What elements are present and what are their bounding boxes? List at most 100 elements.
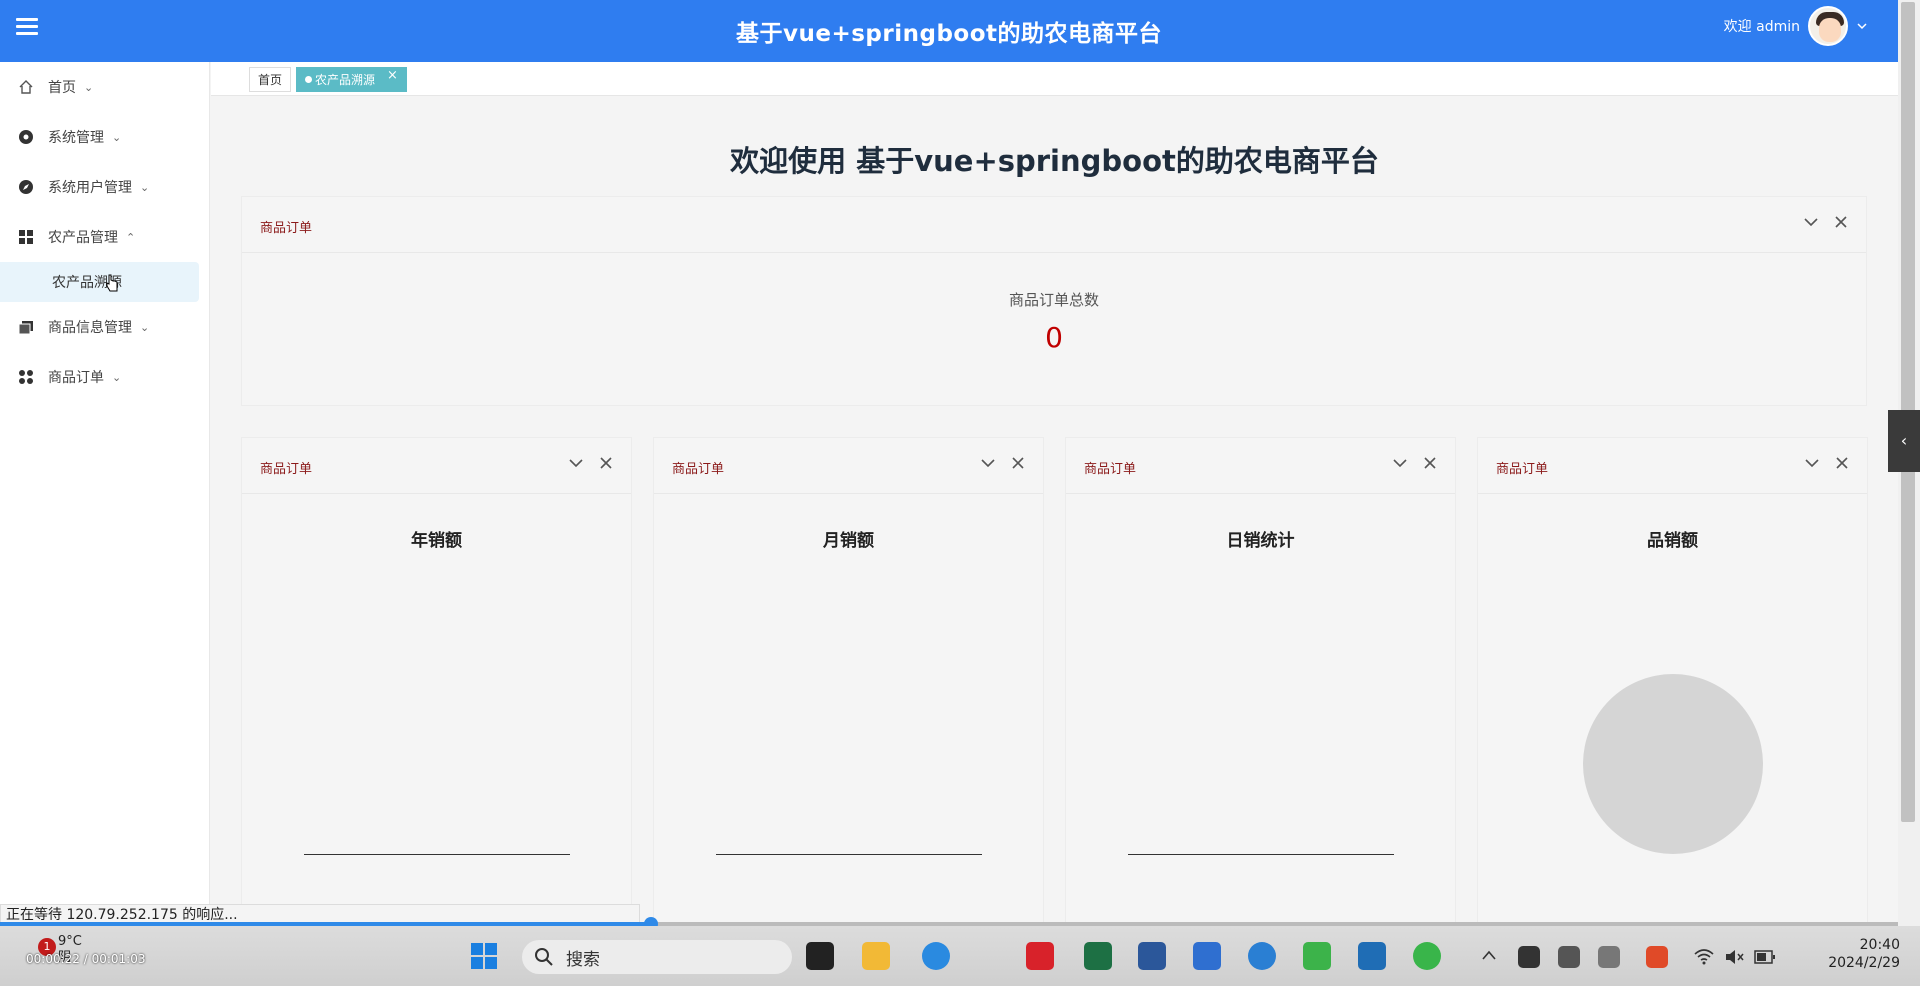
close-icon[interactable] (1009, 454, 1027, 472)
gear-icon (19, 130, 33, 144)
card-title: 商品订单 (260, 221, 313, 236)
media-play-icon[interactable] (922, 942, 950, 970)
video-player-icon[interactable] (1193, 942, 1221, 970)
search-placeholder: 搜索 (566, 949, 600, 970)
chevron-down-icon[interactable] (1803, 454, 1821, 472)
photos-icon[interactable] (1358, 942, 1386, 970)
sidebar-item-traceability[interactable]: 农产品溯源 (0, 262, 199, 302)
windows-start-icon[interactable] (470, 942, 498, 970)
weather-temp: 9°C (58, 934, 82, 949)
x-axis-line (304, 854, 570, 855)
sidebar-item-orders[interactable]: 商品订单 ⌄ (0, 352, 209, 402)
hand-cursor-icon (106, 274, 118, 292)
huawei-icon[interactable] (1026, 942, 1054, 970)
close-icon[interactable] (1833, 454, 1851, 472)
order-total-card: 商品订单 商品订单总数 0 (241, 196, 1867, 406)
chart-card-month: 商品订单 月销额 (653, 437, 1044, 937)
collapse-handle[interactable]: ‹ (1888, 410, 1920, 472)
battery-icon[interactable] (1754, 950, 1776, 964)
card-header: 商品订单 (654, 438, 1043, 494)
top-header: 基于vue+springboot的助农电商平台 欢迎 admin (0, 0, 1898, 62)
search-icon (535, 948, 553, 966)
chevron-down-icon: ⌄ (112, 130, 122, 144)
tab-traceability[interactable]: 农产品溯源 × (296, 67, 407, 92)
chart-title: 年销额 (411, 531, 462, 551)
sidebar-item-users[interactable]: 系统用户管理 ⌄ (0, 162, 209, 212)
chevron-down-icon[interactable] (1802, 213, 1820, 231)
card-title: 商品订单 (672, 462, 725, 477)
chevron-down-icon[interactable] (979, 454, 997, 472)
close-icon[interactable] (1421, 454, 1439, 472)
chevron-down-icon: ⌄ (112, 370, 122, 384)
clock-time: 20:40 (1859, 937, 1900, 953)
chart-card-category: 商品订单 品销额 (1477, 437, 1868, 937)
chart-card-year: 商品订单 年销额 (241, 437, 632, 937)
compass-icon (19, 180, 33, 194)
card-title: 商品订单 (1084, 462, 1137, 477)
settings-tray-icon[interactable] (1558, 946, 1580, 968)
sogou-icon[interactable] (1646, 946, 1668, 968)
chart-title: 月销额 (823, 531, 874, 551)
taskbar-search[interactable]: 搜索 (522, 940, 792, 974)
chevron-down-icon[interactable] (1391, 454, 1409, 472)
taskbar: 1 9°C 阴 00:00:22 / 00:01:03 搜索 20:40 202… (0, 926, 1920, 986)
sidebar-item-products[interactable]: 农产品管理 ⌃ (0, 212, 209, 262)
sidebar-item-system[interactable]: 系统管理 ⌄ (0, 112, 209, 162)
speaker-muted-icon[interactable] (1724, 948, 1744, 966)
card-header: 商品订单 (1066, 438, 1455, 494)
cards-icon (18, 321, 33, 335)
apps-icon (19, 370, 33, 384)
welcome-text: 欢迎 admin (1723, 19, 1800, 35)
tray-app-icon[interactable] (1518, 946, 1540, 968)
word-icon[interactable] (1138, 942, 1166, 970)
card-title: 商品订单 (260, 462, 313, 477)
total-label: 商品订单总数 (1008, 291, 1099, 309)
iqiyi-icon[interactable] (1303, 942, 1331, 970)
sidebar-item-label: 系统管理 (48, 130, 104, 146)
browser-icon[interactable] (1248, 942, 1276, 970)
card-header: 商品订单 (242, 197, 1866, 253)
close-icon[interactable] (1832, 213, 1850, 231)
home-icon (19, 80, 33, 94)
chart-title: 品销额 (1647, 531, 1698, 551)
chevron-down-icon: ⌄ (140, 320, 150, 334)
excel-icon[interactable] (1084, 942, 1112, 970)
card-header: 商品订单 (242, 438, 631, 494)
card-title: 商品订单 (1496, 462, 1549, 477)
chart-card-day: 商品订单 日销统计 (1065, 437, 1456, 937)
x-axis-line (1128, 854, 1394, 855)
clock-date: 2024/2/29 (1828, 955, 1900, 971)
tab-bar: 首页 农产品溯源 × (211, 62, 1898, 96)
app-title: 基于vue+springboot的助农电商平台 (735, 21, 1163, 47)
grid-icon (19, 230, 33, 244)
taskview-icon[interactable] (806, 942, 834, 970)
file-explorer-icon[interactable] (862, 942, 890, 970)
chevron-down-icon: ⌄ (84, 80, 94, 94)
ime-icon[interactable] (1598, 946, 1620, 968)
wechat-icon[interactable] (1413, 942, 1441, 970)
sidebar-item-label: 农产品管理 (48, 230, 118, 246)
pie-placeholder (1583, 674, 1763, 854)
wifi-icon[interactable] (1694, 948, 1714, 966)
card-header: 商品订单 (1478, 438, 1867, 494)
avatar[interactable] (1808, 6, 1848, 46)
chevron-down-icon[interactable] (567, 454, 585, 472)
sidebar-item-label: 系统用户管理 (48, 180, 132, 196)
system-clock[interactable]: 20:40 2024/2/29 (1828, 936, 1900, 972)
active-dot-icon (305, 76, 312, 83)
close-icon[interactable]: × (387, 68, 398, 83)
sidebar-item-label: 商品订单 (48, 370, 104, 386)
chevron-down-icon[interactable] (1856, 20, 1868, 32)
sidebar-item-label: 商品信息管理 (48, 320, 132, 336)
close-icon[interactable] (597, 454, 615, 472)
sidebar-item-goods-info[interactable]: 商品信息管理 ⌄ (0, 302, 209, 352)
tab-label: 农产品溯源 (315, 73, 376, 87)
sidebar-item-label: 首页 (48, 80, 76, 96)
tab-label: 首页 (258, 73, 283, 87)
user-menu[interactable]: 欢迎 admin (1724, 6, 1868, 46)
tab-home[interactable]: 首页 (249, 67, 292, 92)
x-axis-line (716, 854, 982, 855)
chevron-up-icon[interactable] (1482, 950, 1496, 960)
sidebar-item-home[interactable]: 首页 ⌄ (0, 62, 209, 112)
chevron-up-icon: ⌃ (126, 230, 136, 244)
